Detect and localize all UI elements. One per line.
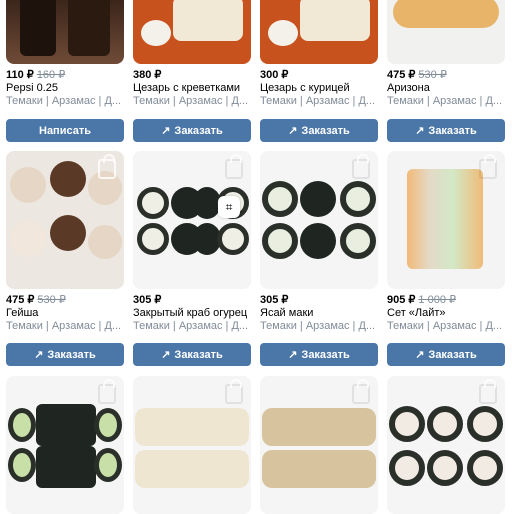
arrow-up-right-icon: ↗ (415, 349, 425, 361)
product-meta: Темаки | Арзамас | Д... (387, 95, 503, 107)
product-name: Цезарь с курицей (260, 82, 350, 94)
shopping-bag-icon (98, 154, 116, 179)
price: 475 ₽ (6, 294, 35, 306)
product-name: Цезарь с креветками (133, 82, 241, 94)
shopping-bag-icon (225, 154, 243, 179)
product-image[interactable] (133, 0, 251, 64)
product-card[interactable]: 905 ₽1 000 ₽ Сет «Лайт» Темаки | Арзамас… (387, 151, 505, 333)
order-button[interactable]: ↗ Заказать (387, 119, 505, 142)
product-card[interactable]: 305 ₽ Ясай маки Темаки | Арзамас | Д... (260, 151, 378, 333)
arrow-up-right-icon: ↗ (34, 349, 44, 361)
order-button[interactable]: ↗ Заказать (133, 119, 251, 142)
shopping-bag-icon (352, 379, 370, 404)
shopping-bag-icon (479, 379, 497, 404)
product-meta: Темаки | Арзамас | Д... (133, 95, 249, 107)
product-meta: Темаки | Арзамас | Д... (6, 95, 122, 107)
product-image[interactable] (260, 151, 378, 289)
order-button[interactable]: ↗ Заказать (133, 343, 251, 366)
shopping-bag-icon (98, 379, 116, 404)
arrow-up-right-icon: ↗ (415, 125, 425, 137)
price: 475 ₽ (387, 69, 416, 81)
order-button[interactable]: ↗ Заказать (260, 343, 378, 366)
old-price: 1 000 ₽ (418, 294, 457, 306)
product-card[interactable]: ⌗ 305 ₽ Закрытый краб огурец Темаки | Ар… (133, 151, 251, 333)
product-meta: Темаки | Арзамас | Д... (260, 95, 376, 107)
product-image[interactable] (260, 0, 378, 64)
product-meta: Темаки | Арзамас | Д... (6, 320, 122, 332)
product-grid: 110 ₽160 ₽ Pepsi 0.25 Темаки | Арзамас |… (0, 0, 512, 514)
product-image[interactable] (6, 0, 124, 64)
message-button[interactable]: Написать (6, 119, 124, 142)
product-card[interactable] (6, 376, 124, 514)
product-image[interactable] (260, 376, 378, 514)
shopping-bag-icon (225, 379, 243, 404)
order-button[interactable]: ↗ Заказать (387, 343, 505, 366)
product-card[interactable] (133, 376, 251, 514)
product-card[interactable]: 475 ₽530 ₽ Аризона Темаки | Арзамас | Д.… (387, 0, 505, 108)
arrow-up-right-icon: ↗ (161, 349, 171, 361)
product-image[interactable] (6, 151, 124, 289)
product-image[interactable] (387, 151, 505, 289)
product-image[interactable] (6, 376, 124, 514)
product-name: Гейша (6, 307, 39, 319)
product-name: Закрытый краб огурец (133, 307, 248, 319)
product-meta: Темаки | Арзамас | Д... (260, 320, 376, 332)
price: 305 ₽ (133, 294, 162, 306)
price: 305 ₽ (260, 294, 289, 306)
shopping-bag-icon (479, 154, 497, 179)
product-name: Сет «Лайт» (387, 307, 446, 319)
price: 110 ₽ (6, 69, 34, 81)
product-image[interactable] (387, 0, 505, 64)
arrow-up-right-icon: ↗ (288, 125, 298, 137)
product-image[interactable]: ⌗ (133, 151, 251, 289)
product-image[interactable] (133, 376, 251, 514)
product-name: Аризона (387, 82, 430, 94)
product-name: Pepsi 0.25 (6, 82, 58, 94)
arrow-up-right-icon: ↗ (288, 349, 298, 361)
product-card[interactable] (387, 376, 505, 514)
product-card[interactable]: 380 ₽ Цезарь с креветками Темаки | Арзам… (133, 0, 251, 108)
camera-scan-icon[interactable]: ⌗ (218, 196, 240, 218)
product-card[interactable]: 110 ₽160 ₽ Pepsi 0.25 Темаки | Арзамас |… (6, 0, 124, 108)
old-price: 160 ₽ (36, 69, 66, 81)
product-card[interactable]: 300 ₽ Цезарь с курицей Темаки | Арзамас … (260, 0, 378, 108)
product-meta: Темаки | Арзамас | Д... (387, 320, 503, 332)
arrow-up-right-icon: ↗ (161, 125, 171, 137)
shopping-bag-icon (352, 154, 370, 179)
product-card[interactable]: 475 ₽530 ₽ Гейша Темаки | Арзамас | Д... (6, 151, 124, 333)
product-card[interactable] (260, 376, 378, 514)
old-price: 530 ₽ (418, 69, 447, 81)
price: 905 ₽ (387, 294, 416, 306)
price: 300 ₽ (260, 69, 289, 81)
product-meta: Темаки | Арзамас | Д... (133, 320, 249, 332)
price: 380 ₽ (133, 69, 162, 81)
old-price: 530 ₽ (37, 294, 66, 306)
order-button[interactable]: ↗ Заказать (260, 119, 378, 142)
order-button[interactable]: ↗ Заказать (6, 343, 124, 366)
product-image[interactable] (387, 376, 505, 514)
product-name: Ясай маки (260, 307, 314, 319)
